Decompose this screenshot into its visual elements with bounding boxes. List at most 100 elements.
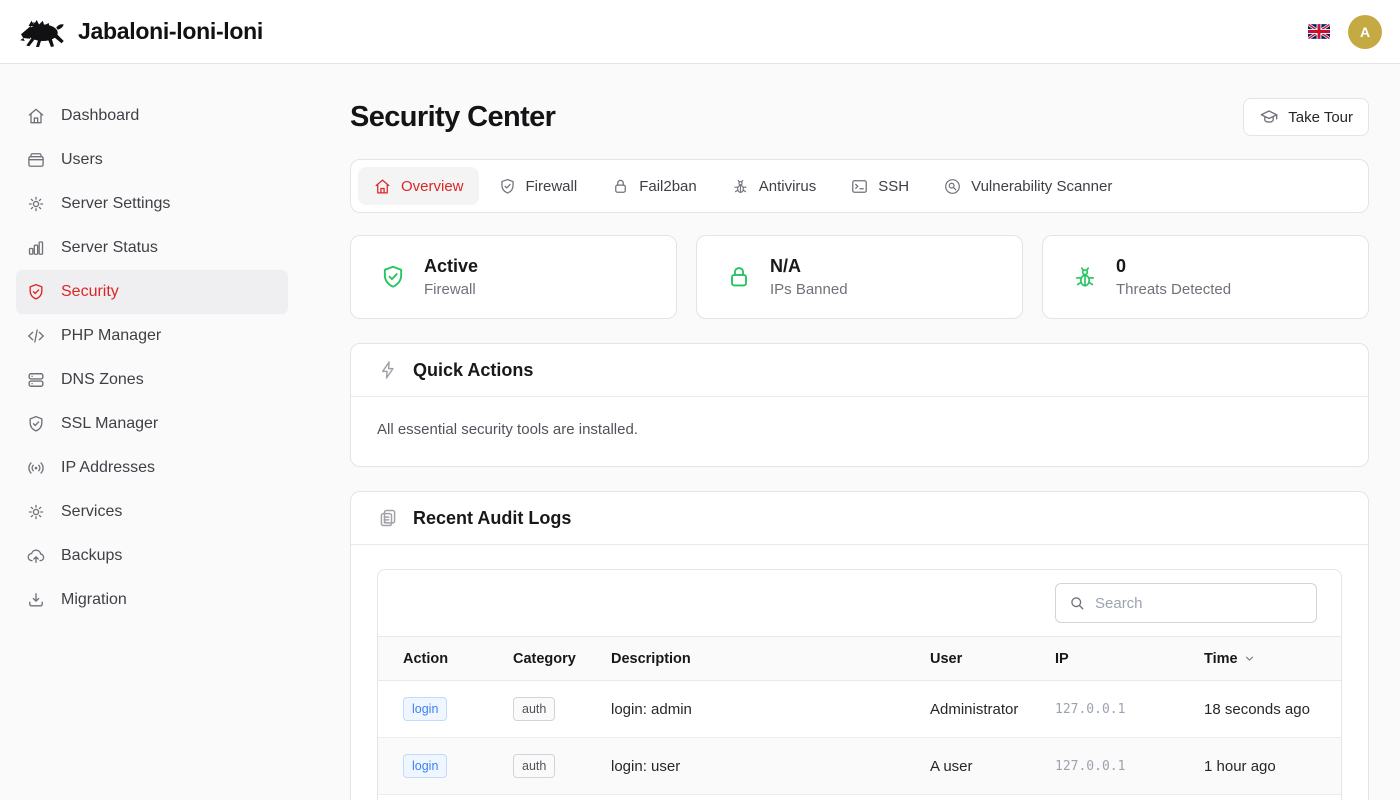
log-ip: 127.0.0.1 [1055,738,1204,795]
tab-label: Fail2ban [639,178,697,195]
bug-icon [1071,263,1099,291]
gear-icon [26,194,46,214]
log-user: Administrator [930,681,1055,738]
sidebar-item-ip-addresses[interactable]: IP Addresses [16,446,288,490]
column-label: User [930,651,962,667]
sidebar-item-label: Server Status [61,239,158,257]
column-header-ip: IP [1055,637,1204,681]
tab-antivirus[interactable]: Antivirus [716,167,832,205]
stat-text: 0Threats Detected [1116,256,1231,298]
stat-card-firewall: Active Firewall [350,235,677,319]
sidebar-item-migration[interactable]: Migration [16,578,288,622]
brand: Jabaloni-loni-loni [18,14,263,50]
tab-fail2ban[interactable]: Fail2ban [596,167,712,205]
shield-check-icon [498,177,517,196]
stat-card-threats-detected: 0Threats Detected [1042,235,1369,319]
quick-actions-card: Quick Actions All essential security too… [350,343,1369,467]
topbar-right: A [1308,15,1382,49]
shield-check-icon [26,414,46,434]
sidebar-item-label: Security [61,283,119,301]
audit-table-toolbar [378,570,1341,636]
sidebar-item-server-settings[interactable]: Server Settings [16,182,288,226]
column-header-time[interactable]: Time [1204,637,1341,681]
audit-logs-header: Recent Audit Logs [351,492,1368,545]
sidebar-item-label: Dashboard [61,107,139,125]
scan-icon [943,177,962,196]
broadcast-icon [26,458,46,478]
sidebar-item-server-status[interactable]: Server Status [16,226,288,270]
sidebar-item-label: PHP Manager [61,327,161,345]
server-stack-icon [26,370,46,390]
audit-table-head: Action Category Description User IP Time [378,637,1341,681]
stat-text: N/AIPs Banned [770,256,848,298]
sidebar-item-users[interactable]: Users [16,138,288,182]
tab-ssh[interactable]: SSH [835,167,924,205]
audit-logs-body: Action Category Description User IP Time logi… [351,545,1368,800]
home-icon [26,106,46,126]
main-content: Security Center Take Tour Overview Firewa… [304,64,1400,800]
cloud-upload-icon [26,546,46,566]
shield-check-icon [379,263,407,291]
page-title: Security Center [350,101,555,134]
lightning-icon [377,359,399,381]
lock-icon [725,263,753,291]
column-label: Category [513,651,576,667]
column-header-description: Description [611,637,930,681]
tab-label: Overview [401,178,464,195]
column-label: Action [403,651,448,667]
avatar[interactable]: A [1348,15,1382,49]
sidebar-item-php-manager[interactable]: PHP Manager [16,314,288,358]
search-input[interactable] [1095,595,1304,612]
audit-logs-title: Recent Audit Logs [413,508,571,529]
take-tour-button[interactable]: Take Tour [1243,98,1369,136]
stat-label: Firewall [424,281,478,298]
sidebar-item-label: IP Addresses [61,459,155,477]
shield-check-icon [26,282,46,302]
sidebar-item-ssl-manager[interactable]: SSL Manager [16,402,288,446]
stat-value: Active [424,256,478,277]
category-badge: auth [513,754,555,778]
log-description: login: admin [611,681,930,738]
search-icon [1068,594,1086,612]
gear-icon [26,502,46,522]
sidebar-item-label: Backups [61,547,122,565]
bug-icon [731,177,750,196]
sidebar-item-services[interactable]: Services [16,490,288,534]
action-badge: login [403,697,447,721]
tab-overview[interactable]: Overview [358,167,479,205]
chevron-down-icon [1243,652,1256,665]
language-uk-flag-icon[interactable] [1308,24,1330,39]
sidebar-item-dns-zones[interactable]: DNS Zones [16,358,288,402]
stat-value: N/A [770,256,848,277]
sidebar-item-label: Users [61,151,103,169]
take-tour-label: Take Tour [1288,109,1353,126]
sidebar-item-label: Migration [61,591,127,609]
tab-firewall[interactable]: Firewall [483,167,593,205]
bar-chart-icon [26,238,46,258]
stat-card-ips-banned: N/AIPs Banned [696,235,1023,319]
tab-label: Firewall [526,178,578,195]
audit-log-row: loginauthlogin: userA user127.0.0.11 hou… [378,738,1341,795]
audit-table-body: login auth login: adminAdministrator127.0.… [378,681,1341,795]
column-header-action: Action [378,637,513,681]
log-ip: 127.0.0.1 [1055,681,1204,738]
column-label: Description [611,651,691,667]
column-header-category: Category [513,637,611,681]
sidebar-item-label: Server Settings [61,195,170,213]
tab-label: Vulnerability Scanner [971,178,1112,195]
log-time: 1 hour ago [1204,738,1341,795]
sidebar-item-label: SSL Manager [61,415,158,433]
log-description: login: user [611,738,930,795]
tab-vulnerability-scanner[interactable]: Vulnerability Scanner [928,167,1127,205]
stat-text: Active Firewall [424,256,478,298]
audit-log-row: loginauthlogin: adminAdministrator127.0.… [378,681,1341,738]
audit-logs-table: Action Category Description User IP Time logi… [378,636,1341,795]
sidebar-item-label: DNS Zones [61,371,144,389]
column-label: IP [1055,651,1069,667]
terminal-icon [850,177,869,196]
sidebar-item-security[interactable]: Security [16,270,288,314]
sidebar-item-dashboard[interactable]: Dashboard [16,94,288,138]
tabs-bar: Overview Firewall Fail2ban AntivirusSSH Vuln… [350,159,1369,213]
code-icon [26,326,46,346]
sidebar-item-backups[interactable]: Backups [16,534,288,578]
